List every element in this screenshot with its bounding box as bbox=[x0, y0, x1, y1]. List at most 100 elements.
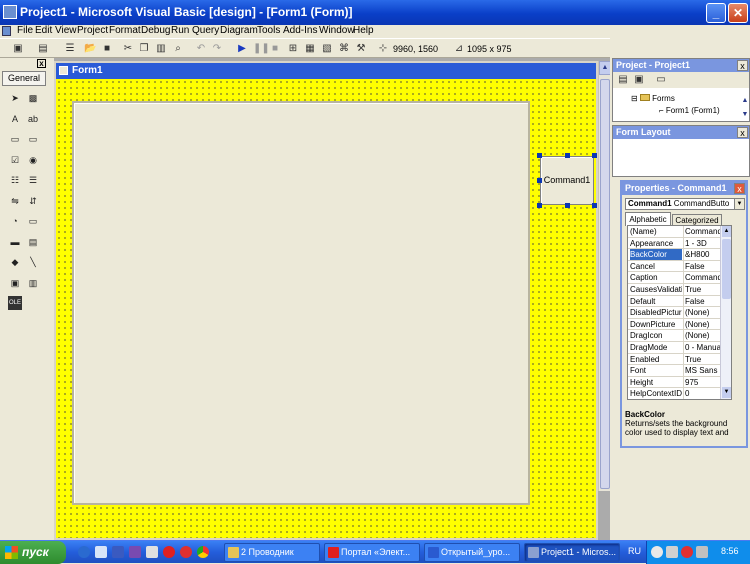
project-explorer-icon[interactable]: ⊞ bbox=[287, 43, 299, 54]
word-icon[interactable] bbox=[112, 546, 124, 558]
add-project-icon[interactable]: ▣ bbox=[12, 43, 24, 54]
vscrollbar-icon[interactable]: ⇵ bbox=[26, 194, 40, 208]
toggle-folders-icon[interactable]: ▭ bbox=[655, 74, 667, 85]
tree-form1-item[interactable]: ⌐ Form1 (Form1) bbox=[659, 106, 720, 115]
property-row[interactable]: Caption Command1 bbox=[628, 272, 731, 284]
yandex-icon[interactable] bbox=[163, 546, 175, 558]
menu-editor-icon[interactable]: ☰ bbox=[64, 43, 76, 54]
frame-control[interactable] bbox=[72, 101, 530, 505]
redo-icon[interactable]: ↷ bbox=[211, 43, 223, 54]
property-row[interactable]: Cancel False bbox=[628, 260, 731, 273]
taskbar-item-active[interactable]: Project1 - Micros... bbox=[524, 543, 620, 562]
filelistbox-icon[interactable]: ▤ bbox=[26, 235, 40, 249]
view-object-icon[interactable]: ▣ bbox=[633, 74, 645, 85]
app-icon[interactable] bbox=[146, 546, 158, 558]
properties-scroll-thumb[interactable] bbox=[722, 239, 731, 299]
optionbutton-icon[interactable]: ◉ bbox=[26, 153, 40, 167]
menu-diagram[interactable]: Diagram bbox=[220, 25, 258, 36]
menu-file[interactable]: File bbox=[17, 25, 33, 36]
cut-icon[interactable]: ✂ bbox=[122, 43, 134, 54]
property-row[interactable]: DragMode 0 - Manual bbox=[628, 342, 731, 354]
property-row[interactable]: BackColor &H800 bbox=[628, 249, 731, 261]
toolbox-close-button[interactable]: x bbox=[37, 59, 46, 68]
property-row[interactable]: Height 975 bbox=[628, 376, 731, 389]
drivelistbox-icon[interactable]: ▭ bbox=[26, 214, 40, 228]
property-row[interactable]: FontMS Sans Serif bbox=[628, 365, 731, 377]
ie-icon[interactable] bbox=[78, 546, 90, 558]
menu-debug[interactable]: Debug bbox=[141, 25, 170, 36]
timer-icon[interactable]: ◔ bbox=[8, 214, 22, 228]
line-icon[interactable]: ╲ bbox=[26, 255, 40, 269]
end-icon[interactable]: ■ bbox=[269, 43, 281, 54]
tray-app-icon[interactable] bbox=[681, 546, 693, 558]
taskbar-item[interactable]: Портал «Элект... bbox=[324, 543, 420, 562]
app-icon[interactable] bbox=[129, 546, 141, 558]
form-canvas[interactable]: Command1 bbox=[56, 79, 597, 538]
menu-project[interactable]: Project bbox=[77, 25, 108, 36]
frame-icon[interactable]: ▭ bbox=[8, 132, 22, 146]
tab-alphabetic[interactable]: Alphabetic bbox=[625, 212, 671, 226]
pointer-icon[interactable]: ➤ bbox=[8, 91, 22, 105]
property-row[interactable]: DragIcon (None) bbox=[628, 330, 731, 342]
volume-icon[interactable] bbox=[666, 546, 678, 558]
scroll-down-arrow-icon[interactable]: ▼ bbox=[722, 387, 731, 398]
save-project-icon[interactable]: ■ bbox=[101, 43, 113, 54]
property-row[interactable]: (Name) Command1 bbox=[628, 226, 731, 238]
listbox-icon[interactable]: ☰ bbox=[26, 173, 40, 187]
resize-handle[interactable] bbox=[537, 203, 542, 208]
chrome-icon[interactable] bbox=[197, 546, 209, 558]
start-icon[interactable]: ▶ bbox=[236, 43, 248, 54]
command1-button[interactable]: Command1 bbox=[540, 156, 594, 205]
property-row[interactable]: DisabledPicture (None) bbox=[628, 307, 731, 319]
data-icon[interactable]: ▥ bbox=[26, 276, 40, 290]
ole-icon[interactable]: OLE bbox=[8, 296, 22, 310]
resize-handle[interactable] bbox=[537, 178, 542, 183]
resize-handle[interactable] bbox=[592, 203, 597, 208]
form-system-icon[interactable] bbox=[2, 26, 11, 36]
find-icon[interactable]: ⌕ bbox=[172, 43, 184, 54]
toolbox-general-tab[interactable]: General bbox=[2, 71, 46, 86]
project-scroll-icon[interactable]: ▲ ▼ bbox=[741, 94, 749, 122]
label-icon[interactable]: A bbox=[8, 112, 22, 126]
start-button[interactable]: пуск bbox=[0, 541, 66, 564]
tray-app-icon[interactable] bbox=[651, 546, 663, 558]
scroll-thumb[interactable] bbox=[600, 79, 610, 489]
scroll-up-arrow-icon[interactable]: ▲ bbox=[599, 61, 610, 75]
network-icon[interactable] bbox=[696, 546, 708, 558]
properties-window-icon[interactable]: ▦ bbox=[304, 43, 316, 54]
shape-icon[interactable]: ◆ bbox=[8, 255, 22, 269]
properties-scrollbar[interactable]: ▲ ▼ bbox=[720, 226, 731, 399]
chevron-down-icon[interactable]: ▼ bbox=[734, 199, 744, 209]
form-layout-close-button[interactable]: x bbox=[737, 127, 748, 138]
copy-icon[interactable]: ❐ bbox=[138, 43, 150, 54]
property-row[interactable]: Appearance 1 - 3D bbox=[628, 237, 731, 250]
menu-run[interactable]: Run bbox=[171, 25, 189, 36]
add-form-icon[interactable]: ▤ bbox=[37, 43, 49, 54]
object-selector-dropdown[interactable]: Command1 CommandButto ▼ bbox=[625, 198, 745, 210]
menu-help[interactable]: Help bbox=[353, 25, 374, 36]
picturebox-icon[interactable]: ▩ bbox=[26, 91, 40, 105]
mdi-vertical-scrollbar[interactable]: ▲ bbox=[598, 61, 610, 491]
undo-icon[interactable]: ↶ bbox=[195, 43, 207, 54]
dirlistbox-icon[interactable]: ▬ bbox=[8, 235, 22, 249]
properties-close-button[interactable]: x bbox=[734, 183, 745, 194]
toolbox-icon[interactable]: ⚒ bbox=[355, 43, 367, 54]
object-browser-icon[interactable]: ⌘ bbox=[338, 43, 350, 54]
resize-handle[interactable] bbox=[592, 153, 597, 158]
resize-handle[interactable] bbox=[565, 203, 570, 208]
scroll-up-arrow-icon[interactable]: ▲ bbox=[722, 226, 731, 237]
open-project-icon[interactable]: 📂 bbox=[84, 43, 96, 54]
image-icon[interactable]: ▣ bbox=[8, 276, 22, 290]
menu-addins[interactable]: Add-Ins bbox=[283, 25, 317, 36]
project-panel-close-button[interactable]: x bbox=[737, 60, 748, 71]
paste-icon[interactable]: ▥ bbox=[155, 43, 167, 54]
resize-handle[interactable] bbox=[565, 153, 570, 158]
resize-handle[interactable] bbox=[537, 153, 542, 158]
property-row[interactable]: CausesValidati True bbox=[628, 284, 731, 296]
checkbox-icon[interactable]: ☑ bbox=[8, 153, 22, 167]
combobox-icon[interactable]: ☷ bbox=[8, 173, 22, 187]
form-title-bar[interactable]: Form1 bbox=[56, 63, 596, 79]
textbox-icon[interactable]: ab bbox=[26, 112, 40, 126]
property-row[interactable]: Enabled True bbox=[628, 353, 731, 366]
opera-icon[interactable] bbox=[180, 546, 192, 558]
